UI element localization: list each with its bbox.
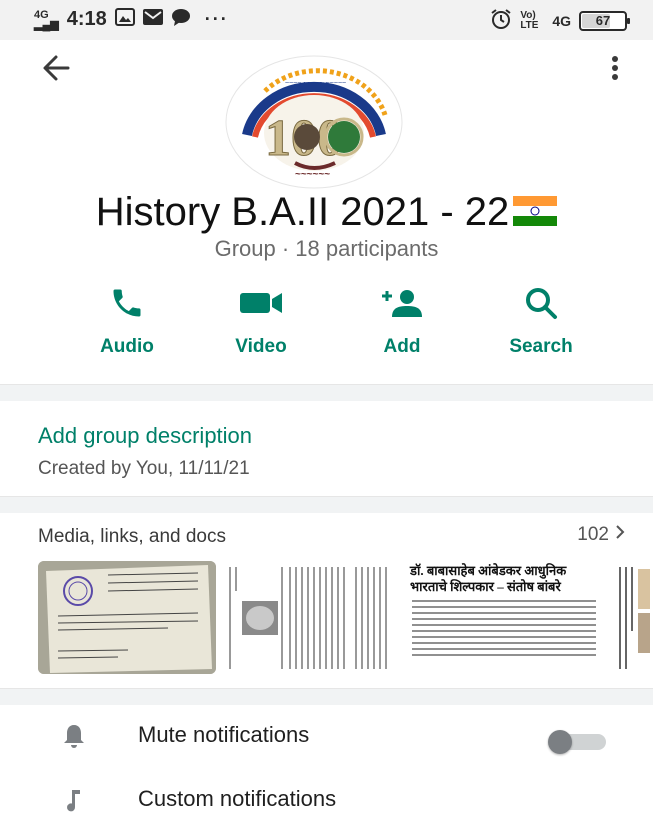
audio-call-button[interactable]: Audio: [72, 280, 182, 370]
media-thumbnail[interactable]: [38, 561, 216, 674]
group-info-screen: 4G ▂▄▆ 4:18 ··· Vo) LTE 4G 67 ~~~~ ~~~~~…: [0, 0, 653, 815]
svg-text:~~~~~~: ~~~~~~: [295, 169, 330, 180]
group-name-text: History B.A.II 2021 - 22: [95, 190, 510, 234]
battery-icon: 67: [579, 10, 630, 31]
mute-notifications-toggle[interactable]: [548, 730, 608, 754]
add-group-description-link[interactable]: Add group description: [38, 423, 252, 449]
network-type: 4G: [34, 8, 49, 21]
search-button[interactable]: Search: [486, 280, 596, 370]
svg-text:~~~~ ~~~~~ ~~~~~: ~~~~ ~~~~~ ~~~~~: [285, 80, 346, 87]
add-participant-button[interactable]: Add: [347, 280, 457, 370]
toggle-knob: [548, 730, 572, 754]
newspaper-partial-image: [612, 561, 653, 674]
article-heading-line2: भारताचे शिल्पकार – संतोष बांबरे: [410, 579, 561, 594]
more-options-button[interactable]: [600, 52, 630, 88]
add-person-icon: [382, 290, 422, 317]
clock: 4:18: [66, 8, 107, 30]
search-label: Search: [509, 336, 573, 357]
section-divider: [0, 496, 653, 513]
mute-notifications-label: Mute notifications: [138, 722, 310, 747]
document-photo-image: [38, 561, 216, 674]
signal-icon: 4G ▂▄▆: [34, 8, 59, 31]
group-participants-subtitle: Group · 18 participants: [214, 236, 439, 261]
media-thumbnail[interactable]: [612, 561, 653, 674]
chevron-right-icon: [615, 524, 625, 546]
newspaper-clipping-image: [222, 561, 400, 674]
centenary-logo-image: ~~~~ ~~~~~ ~~~~~ 100 ~~~~~~: [225, 55, 403, 189]
music-note-icon: [67, 790, 80, 812]
audio-label: Audio: [100, 336, 154, 357]
article-body-text: [412, 600, 596, 656]
bell-icon: [64, 725, 84, 748]
video-call-button[interactable]: Video: [206, 280, 316, 370]
created-by-text: Created by You, 11/11/21: [38, 458, 250, 479]
back-button[interactable]: [38, 50, 78, 86]
alarm-icon: [490, 8, 512, 33]
article-clipping: डॉ. बाबासाहेब आंबेडकर आधुनिक भारताचे शिल…: [406, 561, 606, 672]
custom-notifications-label: Custom notifications: [138, 786, 337, 811]
more-vert-icon: [612, 56, 618, 80]
indian-flag-emoji: [513, 196, 558, 227]
video-label: Video: [235, 336, 287, 357]
battery-level: 67: [595, 12, 611, 28]
status-bar-left: 4G ▂▄▆ 4:18 ···: [34, 8, 229, 31]
phone-icon: [113, 289, 141, 317]
mute-notifications-row[interactable]: Mute notifications: [0, 708, 653, 768]
media-count-link[interactable]: 102: [577, 524, 625, 546]
more-notifications-icon: ···: [204, 9, 229, 29]
network-4g-indicator: 4G: [552, 12, 571, 29]
group-avatar[interactable]: ~~~~ ~~~~~ ~~~~~ 100 ~~~~~~: [225, 55, 403, 190]
add-label: Add: [383, 336, 421, 357]
media-thumbnail[interactable]: डॉ. बाबासाहेब आंबेडकर आधुनिक भारताचे शिल…: [406, 561, 606, 674]
group-title[interactable]: History B.A.II 2021 - 22: [0, 190, 653, 235]
status-bar-right: Vo) LTE 4G 67: [490, 8, 630, 33]
chat-notification-icon: [171, 8, 191, 31]
video-camera-icon: [240, 293, 282, 313]
arrow-left-icon: [43, 55, 70, 81]
action-buttons: Audio Video Add Search: [0, 280, 653, 370]
custom-notifications-row[interactable]: Custom notifications: [0, 772, 653, 815]
gallery-notification-icon: [114, 8, 135, 31]
mail-notification-icon: [142, 9, 163, 30]
search-icon: [526, 288, 557, 319]
media-count: 102: [577, 524, 609, 545]
status-bar: 4G ▂▄▆ 4:18 ··· Vo) LTE 4G 67: [0, 0, 653, 40]
media-section-title: Media, links, and docs: [38, 526, 226, 547]
media-thumbnail[interactable]: [222, 561, 400, 674]
section-divider: [0, 384, 653, 401]
article-heading-line1: डॉ. बाबासाहेब आंबेडकर आधुनिक: [410, 563, 567, 578]
section-divider: [0, 688, 653, 705]
volte-indicator: Vo) LTE: [520, 9, 539, 31]
